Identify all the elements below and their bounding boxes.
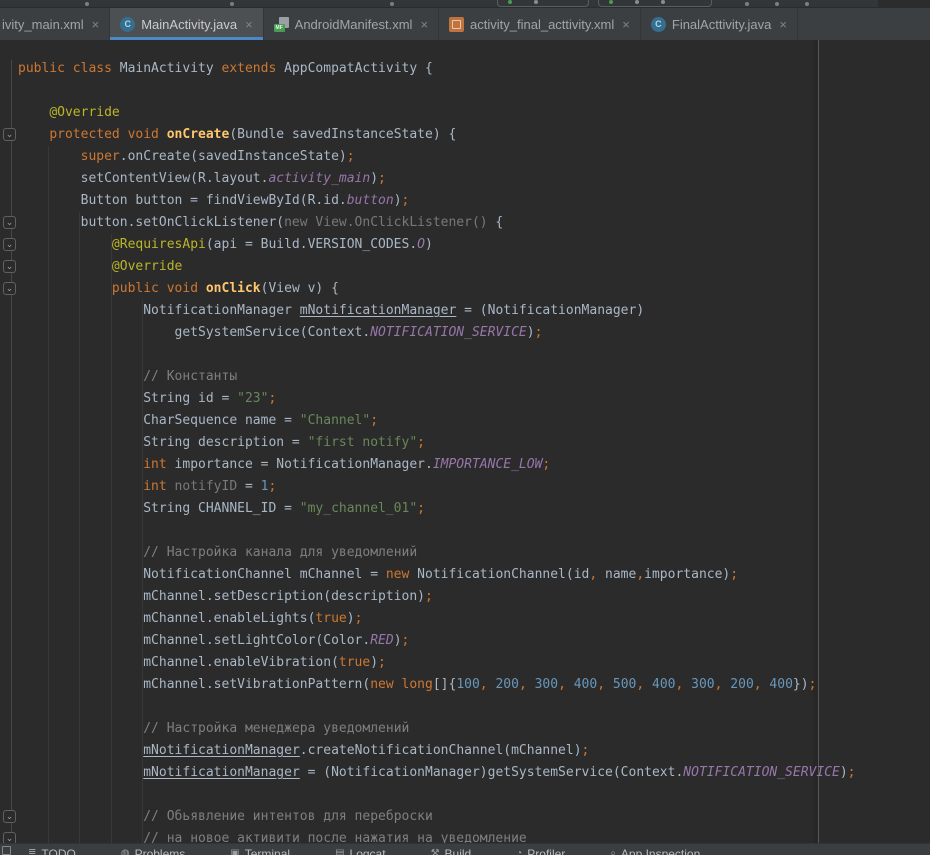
manifest-mf-badge: MF (274, 24, 285, 32)
tab-finalacttivity-java[interactable]: C FinalActtivity.java × (641, 8, 798, 40)
tab-label: AndroidManifest.xml (295, 17, 413, 32)
code-line: String description = "first notify"; (18, 432, 856, 454)
code-line: mNotificationManager.createNotificationC… (18, 740, 856, 762)
fold-toggle-icon[interactable]: ⌄ (3, 128, 16, 141)
gutter-fold-line (11, 60, 12, 855)
code-line: @Override (18, 102, 856, 124)
toolbar-end-block (878, 0, 930, 8)
code-line: // Настройка менеджера уведомлений (18, 718, 856, 740)
code-line: mChannel.setDescription(description); (18, 586, 856, 608)
tab-label: ivity_main.xml (2, 17, 84, 32)
fold-toggle-icon[interactable]: ⌄ (3, 810, 16, 823)
toolbar-device-controls[interactable] (598, 0, 712, 7)
code-line: mChannel.setVibrationPattern(new long[]{… (18, 674, 856, 696)
tool-window-button-terminal[interactable]: ▣ Terminal (230, 847, 290, 855)
tool-window-label: Profiler (527, 847, 565, 855)
editor-tab-bar: ivity_main.xml × C MainActivity.java × MF Andr… (0, 8, 930, 40)
tool-window-label: Build (445, 847, 472, 855)
code-line (18, 344, 856, 366)
tab-label: activity_final_acttivity.xml (470, 17, 614, 32)
tool-window-bar: ≣ TODO ◍ Problems ▣ Terminal ▤ Logcat ⚒ Build ◔ Pro… (0, 843, 930, 855)
code-line: mChannel.setLightColor(Color.RED); (18, 630, 856, 652)
toolbar-dot-icon (775, 2, 779, 6)
close-tab-icon[interactable]: × (92, 18, 100, 31)
fold-toggle-icon[interactable]: ⌄ (3, 238, 16, 251)
code-editor[interactable]: public class MainActivity extends AppCom… (0, 40, 930, 855)
toolbar-run-controls[interactable] (497, 0, 589, 7)
toolbar-dot-icon (745, 2, 749, 6)
code-line: int importance = NotificationManager.IMP… (18, 454, 856, 476)
java-class-file-icon: C (120, 17, 135, 32)
code-line (18, 784, 856, 806)
tool-window-label: Problems (135, 847, 186, 855)
code-line: button.setOnClickListener(new View.OnCli… (18, 212, 856, 234)
tool-window-switcher-icon[interactable] (2, 846, 11, 855)
tool-window-label: App Inspection (621, 847, 700, 855)
profiler-icon: ◔ (516, 847, 522, 855)
build-icon: ⚒ (431, 847, 440, 855)
code-line: // Константы (18, 366, 856, 388)
tool-window-button-build[interactable]: ⚒ Build (431, 847, 472, 855)
tab-androidmanifest-xml[interactable]: MF AndroidManifest.xml × (264, 8, 439, 40)
code-line: @RequiresApi(api = Build.VERSION_CODES.O… (18, 234, 856, 256)
ide-window: ivity_main.xml × C MainActivity.java × MF Andr… (0, 0, 930, 855)
code-line: public void onClick(View v) { (18, 278, 856, 300)
code-line: String CHANNEL_ID = "my_channel_01"; (18, 498, 856, 520)
layout-file-icon (449, 17, 464, 32)
code-line: NotificationChannel mChannel = new Notif… (18, 564, 856, 586)
manifest-file-icon: MF (274, 17, 289, 32)
fold-toggle-icon[interactable]: ⌄ (3, 260, 16, 273)
app-inspection-icon: ⌕ (610, 847, 616, 855)
java-class-file-icon: C (651, 17, 666, 32)
tool-window-button-todo[interactable]: ≣ TODO (28, 847, 76, 855)
terminal-icon: ▣ (230, 847, 239, 855)
problems-icon: ◍ (121, 847, 130, 855)
code-line: getSystemService(Context.NOTIFICATION_SE… (18, 322, 856, 344)
close-tab-icon[interactable]: × (245, 18, 253, 31)
code-line: @Override (18, 256, 856, 278)
toolbar-strip (0, 0, 930, 8)
close-tab-icon[interactable]: × (779, 18, 787, 31)
tool-window-button-logcat[interactable]: ▤ Logcat (335, 847, 385, 855)
todo-icon: ≣ (28, 847, 36, 855)
tool-window-button-app-inspection[interactable]: ⌕ App Inspection (610, 847, 700, 855)
code-line: mChannel.enableVibration(true); (18, 652, 856, 674)
code-line (18, 80, 856, 102)
tool-window-label: Terminal (245, 847, 290, 855)
toolbar-dot-icon (85, 2, 89, 6)
code-line: int notifyID = 1; (18, 476, 856, 498)
tab-activity-final-acttivity-xml[interactable]: activity_final_acttivity.xml × (439, 8, 641, 40)
code-line: super.onCreate(savedInstanceState); (18, 146, 856, 168)
toolbar-dot-icon (805, 2, 809, 6)
fold-toggle-icon[interactable]: ⌄ (3, 282, 16, 295)
tab-label: FinalActtivity.java (672, 17, 771, 32)
toolbar-dot-icon (230, 2, 234, 6)
code-line: mNotificationManager = (NotificationMana… (18, 762, 856, 784)
code-line (18, 520, 856, 542)
code-area: public class MainActivity extends AppCom… (18, 58, 856, 850)
close-tab-icon[interactable]: × (622, 18, 630, 31)
tab-label: MainActivity.java (141, 17, 237, 32)
tab-mainactivity-java[interactable]: C MainActivity.java × (110, 8, 263, 40)
tool-window-button-problems[interactable]: ◍ Problems (121, 847, 185, 855)
code-line: CharSequence name = "Channel"; (18, 410, 856, 432)
code-line: // Обьявление интентов для переброски (18, 806, 856, 828)
tool-window-label: TODO (41, 847, 75, 855)
fold-toggle-icon[interactable]: ⌄ (3, 216, 16, 229)
tool-window-button-profiler[interactable]: ◔ Profiler (516, 847, 565, 855)
code-line: String id = "23"; (18, 388, 856, 410)
logcat-icon: ▤ (335, 847, 344, 855)
tool-window-label: Logcat (350, 847, 386, 855)
code-line: Button button = findViewById(R.id.button… (18, 190, 856, 212)
tab-ivity-main-xml[interactable]: ivity_main.xml × (0, 8, 110, 40)
code-line: // Настройка канала для уведомлений (18, 542, 856, 564)
code-line: setContentView(R.layout.activity_main); (18, 168, 856, 190)
toolbar-dot-icon (390, 2, 394, 6)
code-line: protected void onCreate(Bundle savedInst… (18, 124, 856, 146)
code-line: NotificationManager mNotificationManager… (18, 300, 856, 322)
close-tab-icon[interactable]: × (420, 18, 428, 31)
code-line (18, 696, 856, 718)
code-line: public class MainActivity extends AppCom… (18, 58, 856, 80)
code-line: mChannel.enableLights(true); (18, 608, 856, 630)
